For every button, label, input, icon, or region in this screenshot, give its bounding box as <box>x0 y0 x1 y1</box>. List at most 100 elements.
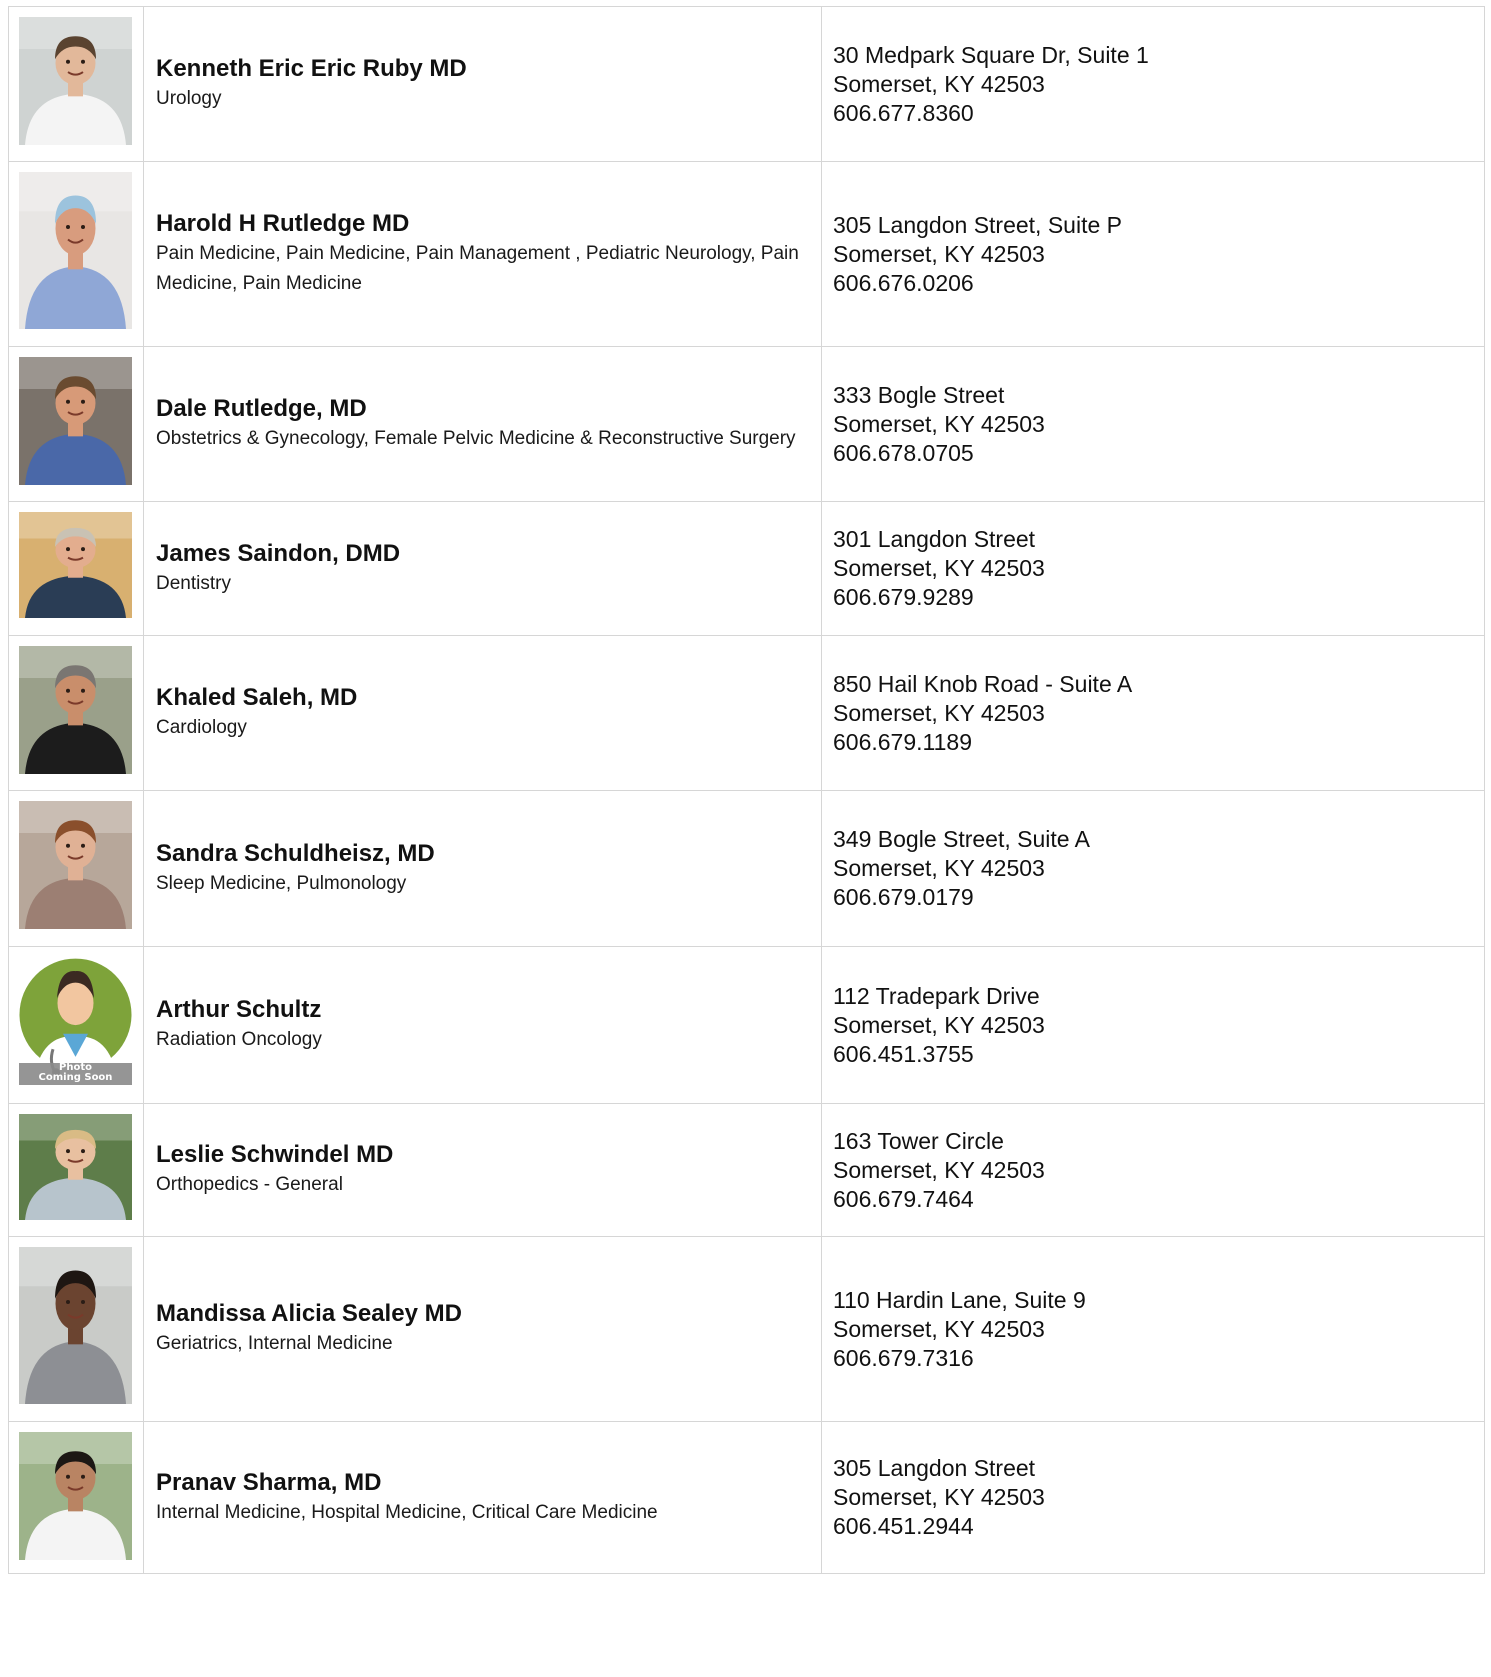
provider-address-cell: 110 Hardin Lane, Suite 9 Somerset, KY 42… <box>821 1236 1485 1422</box>
provider-info-cell: Dale Rutledge, MD Obstetrics & Gynecolog… <box>143 346 822 502</box>
provider-photo <box>19 1432 132 1560</box>
provider-info-cell: Mandissa Alicia Sealey MD Geriatrics, In… <box>143 1236 822 1422</box>
provider-address-cell: 112 Tradepark Drive Somerset, KY 42503 6… <box>821 946 1485 1104</box>
provider-photo-icon <box>19 1432 132 1560</box>
provider-address-cell: 349 Bogle Street, Suite A Somerset, KY 4… <box>821 790 1485 947</box>
photo-cell <box>8 161 144 347</box>
provider-city: Somerset, KY 42503 <box>833 555 1045 581</box>
photo-cell <box>8 346 144 502</box>
provider-rows: Kenneth Eric Eric Ruby MD Urology 30 Med… <box>8 6 1485 1574</box>
provider-row: Khaled Saleh, MD Cardiology 850 Hail Kno… <box>8 635 1485 791</box>
photo-coming-soon-caption: Photo Coming Soon <box>38 1062 113 1083</box>
provider-street: 163 Tower Circle <box>833 1127 1004 1154</box>
provider-city: Somerset, KY 42503 <box>833 1315 1045 1342</box>
provider-specialty: Orthopedics - General <box>156 1174 343 1195</box>
photo-cell <box>8 1421 144 1574</box>
provider-name[interactable]: Arthur Schultz <box>156 995 809 1025</box>
photo-cell: Photo Coming Soon <box>8 946 144 1104</box>
provider-name[interactable]: Khaled Saleh, MD <box>156 683 809 713</box>
provider-phone[interactable]: 606.676.0206 <box>833 269 1472 298</box>
provider-info-cell: James Saindon, DMD Dentistry <box>143 501 822 636</box>
provider-row: Pranav Sharma, MD Internal Medicine, Hos… <box>8 1421 1485 1574</box>
provider-photo <box>19 646 132 774</box>
provider-phone[interactable]: 606.451.3755 <box>833 1040 1472 1069</box>
provider-photo <box>19 801 132 929</box>
provider-info-cell: Leslie Schwindel MD Orthopedics - Genera… <box>143 1103 822 1237</box>
provider-city: Somerset, KY 42503 <box>833 70 1045 97</box>
provider-name[interactable]: Kenneth Eric Eric Ruby MD <box>156 54 809 84</box>
provider-photo <box>19 1114 132 1220</box>
provider-row: Photo Coming Soon Arthur Schultz Radiati… <box>8 946 1485 1104</box>
provider-address-cell: 301 Langdon Street Somerset, KY 42503 60… <box>821 501 1485 636</box>
provider-info-cell: Pranav Sharma, MD Internal Medicine, Hos… <box>143 1421 822 1574</box>
provider-phone[interactable]: 606.678.0705 <box>833 439 1472 468</box>
provider-photo-icon <box>19 172 132 329</box>
provider-specialty: Dentistry <box>156 572 231 594</box>
provider-photo-icon <box>19 512 132 618</box>
provider-address-cell: 333 Bogle Street Somerset, KY 42503 606.… <box>821 346 1485 502</box>
provider-street: 349 Bogle Street, Suite A <box>833 826 1091 852</box>
provider-phone[interactable]: 606.679.9289 <box>833 583 1472 612</box>
photo-cell <box>8 1236 144 1422</box>
provider-photo <box>19 512 132 618</box>
provider-street: 30 Medpark Square Dr, Suite 1 <box>833 41 1149 68</box>
provider-photo <box>19 17 132 145</box>
provider-photo <box>19 172 132 329</box>
provider-specialty: Geriatrics, Internal Medicine <box>156 1333 393 1354</box>
provider-name[interactable]: Leslie Schwindel MD <box>156 1140 809 1170</box>
provider-info-cell: Harold H Rutledge MD Pain Medicine, Pain… <box>143 161 822 347</box>
provider-name[interactable]: Pranav Sharma, MD <box>156 1468 809 1498</box>
provider-phone[interactable]: 606.679.7464 <box>833 1185 1472 1214</box>
provider-name[interactable]: James Saindon, DMD <box>156 539 809 569</box>
provider-photo: Photo Coming Soon <box>19 957 132 1085</box>
photo-cell <box>8 1103 144 1237</box>
provider-street: 110 Hardin Lane, Suite 9 <box>833 1286 1086 1313</box>
provider-specialty: Sleep Medicine, Pulmonology <box>156 872 407 894</box>
provider-specialty: Urology <box>156 88 222 109</box>
provider-specialty: Radiation Oncology <box>156 1029 322 1050</box>
photo-cell <box>8 790 144 947</box>
provider-photo-icon <box>19 801 132 929</box>
provider-photo-icon <box>19 1114 132 1220</box>
provider-info-cell: Arthur Schultz Radiation Oncology <box>143 946 822 1104</box>
provider-address-cell: 305 Langdon Street, Suite P Somerset, KY… <box>821 161 1485 347</box>
provider-phone[interactable]: 606.679.7316 <box>833 1344 1472 1373</box>
provider-phone[interactable]: 606.679.1189 <box>833 728 1472 757</box>
provider-name[interactable]: Harold H Rutledge MD <box>156 209 809 239</box>
provider-street: 333 Bogle Street <box>833 381 1005 408</box>
provider-address-cell: 850 Hail Knob Road - Suite A Somerset, K… <box>821 635 1485 791</box>
provider-name[interactable]: Mandissa Alicia Sealey MD <box>156 1299 809 1329</box>
provider-row: Sandra Schuldheisz, MD Sleep Medicine, P… <box>8 790 1485 947</box>
provider-phone[interactable]: 606.451.2944 <box>833 1512 1472 1541</box>
provider-photo <box>19 1247 132 1404</box>
provider-photo <box>19 357 132 485</box>
provider-row: Mandissa Alicia Sealey MD Geriatrics, In… <box>8 1236 1485 1422</box>
provider-row: Harold H Rutledge MD Pain Medicine, Pain… <box>8 161 1485 347</box>
provider-city: Somerset, KY 42503 <box>833 410 1045 437</box>
provider-phone[interactable]: 606.679.0179 <box>833 883 1472 912</box>
provider-photo-icon <box>19 17 132 145</box>
provider-city: Somerset, KY 42503 <box>833 855 1045 881</box>
photo-cell <box>8 6 144 162</box>
provider-photo-icon <box>19 646 132 774</box>
provider-name[interactable]: Sandra Schuldheisz, MD <box>156 839 809 869</box>
provider-city: Somerset, KY 42503 <box>833 1156 1045 1183</box>
provider-address-cell: 163 Tower Circle Somerset, KY 42503 606.… <box>821 1103 1485 1237</box>
photo-cell <box>8 635 144 791</box>
provider-phone[interactable]: 606.677.8360 <box>833 99 1472 128</box>
provider-info-cell: Kenneth Eric Eric Ruby MD Urology <box>143 6 822 162</box>
provider-specialty: Cardiology <box>156 717 247 738</box>
provider-photo-icon <box>19 357 132 485</box>
provider-city: Somerset, KY 42503 <box>833 1011 1045 1038</box>
provider-street: 112 Tradepark Drive <box>833 982 1040 1009</box>
photo-cell <box>8 501 144 636</box>
provider-name[interactable]: Dale Rutledge, MD <box>156 394 809 424</box>
provider-info-cell: Sandra Schuldheisz, MD Sleep Medicine, P… <box>143 790 822 947</box>
provider-info-cell: Khaled Saleh, MD Cardiology <box>143 635 822 791</box>
provider-row: Leslie Schwindel MD Orthopedics - Genera… <box>8 1103 1485 1237</box>
provider-street: 305 Langdon Street <box>833 1455 1036 1481</box>
provider-specialty: Pain Medicine, Pain Medicine, Pain Manag… <box>156 243 799 294</box>
provider-city: Somerset, KY 42503 <box>833 240 1045 267</box>
provider-row: James Saindon, DMD Dentistry 301 Langdon… <box>8 501 1485 636</box>
provider-city: Somerset, KY 42503 <box>833 699 1045 726</box>
